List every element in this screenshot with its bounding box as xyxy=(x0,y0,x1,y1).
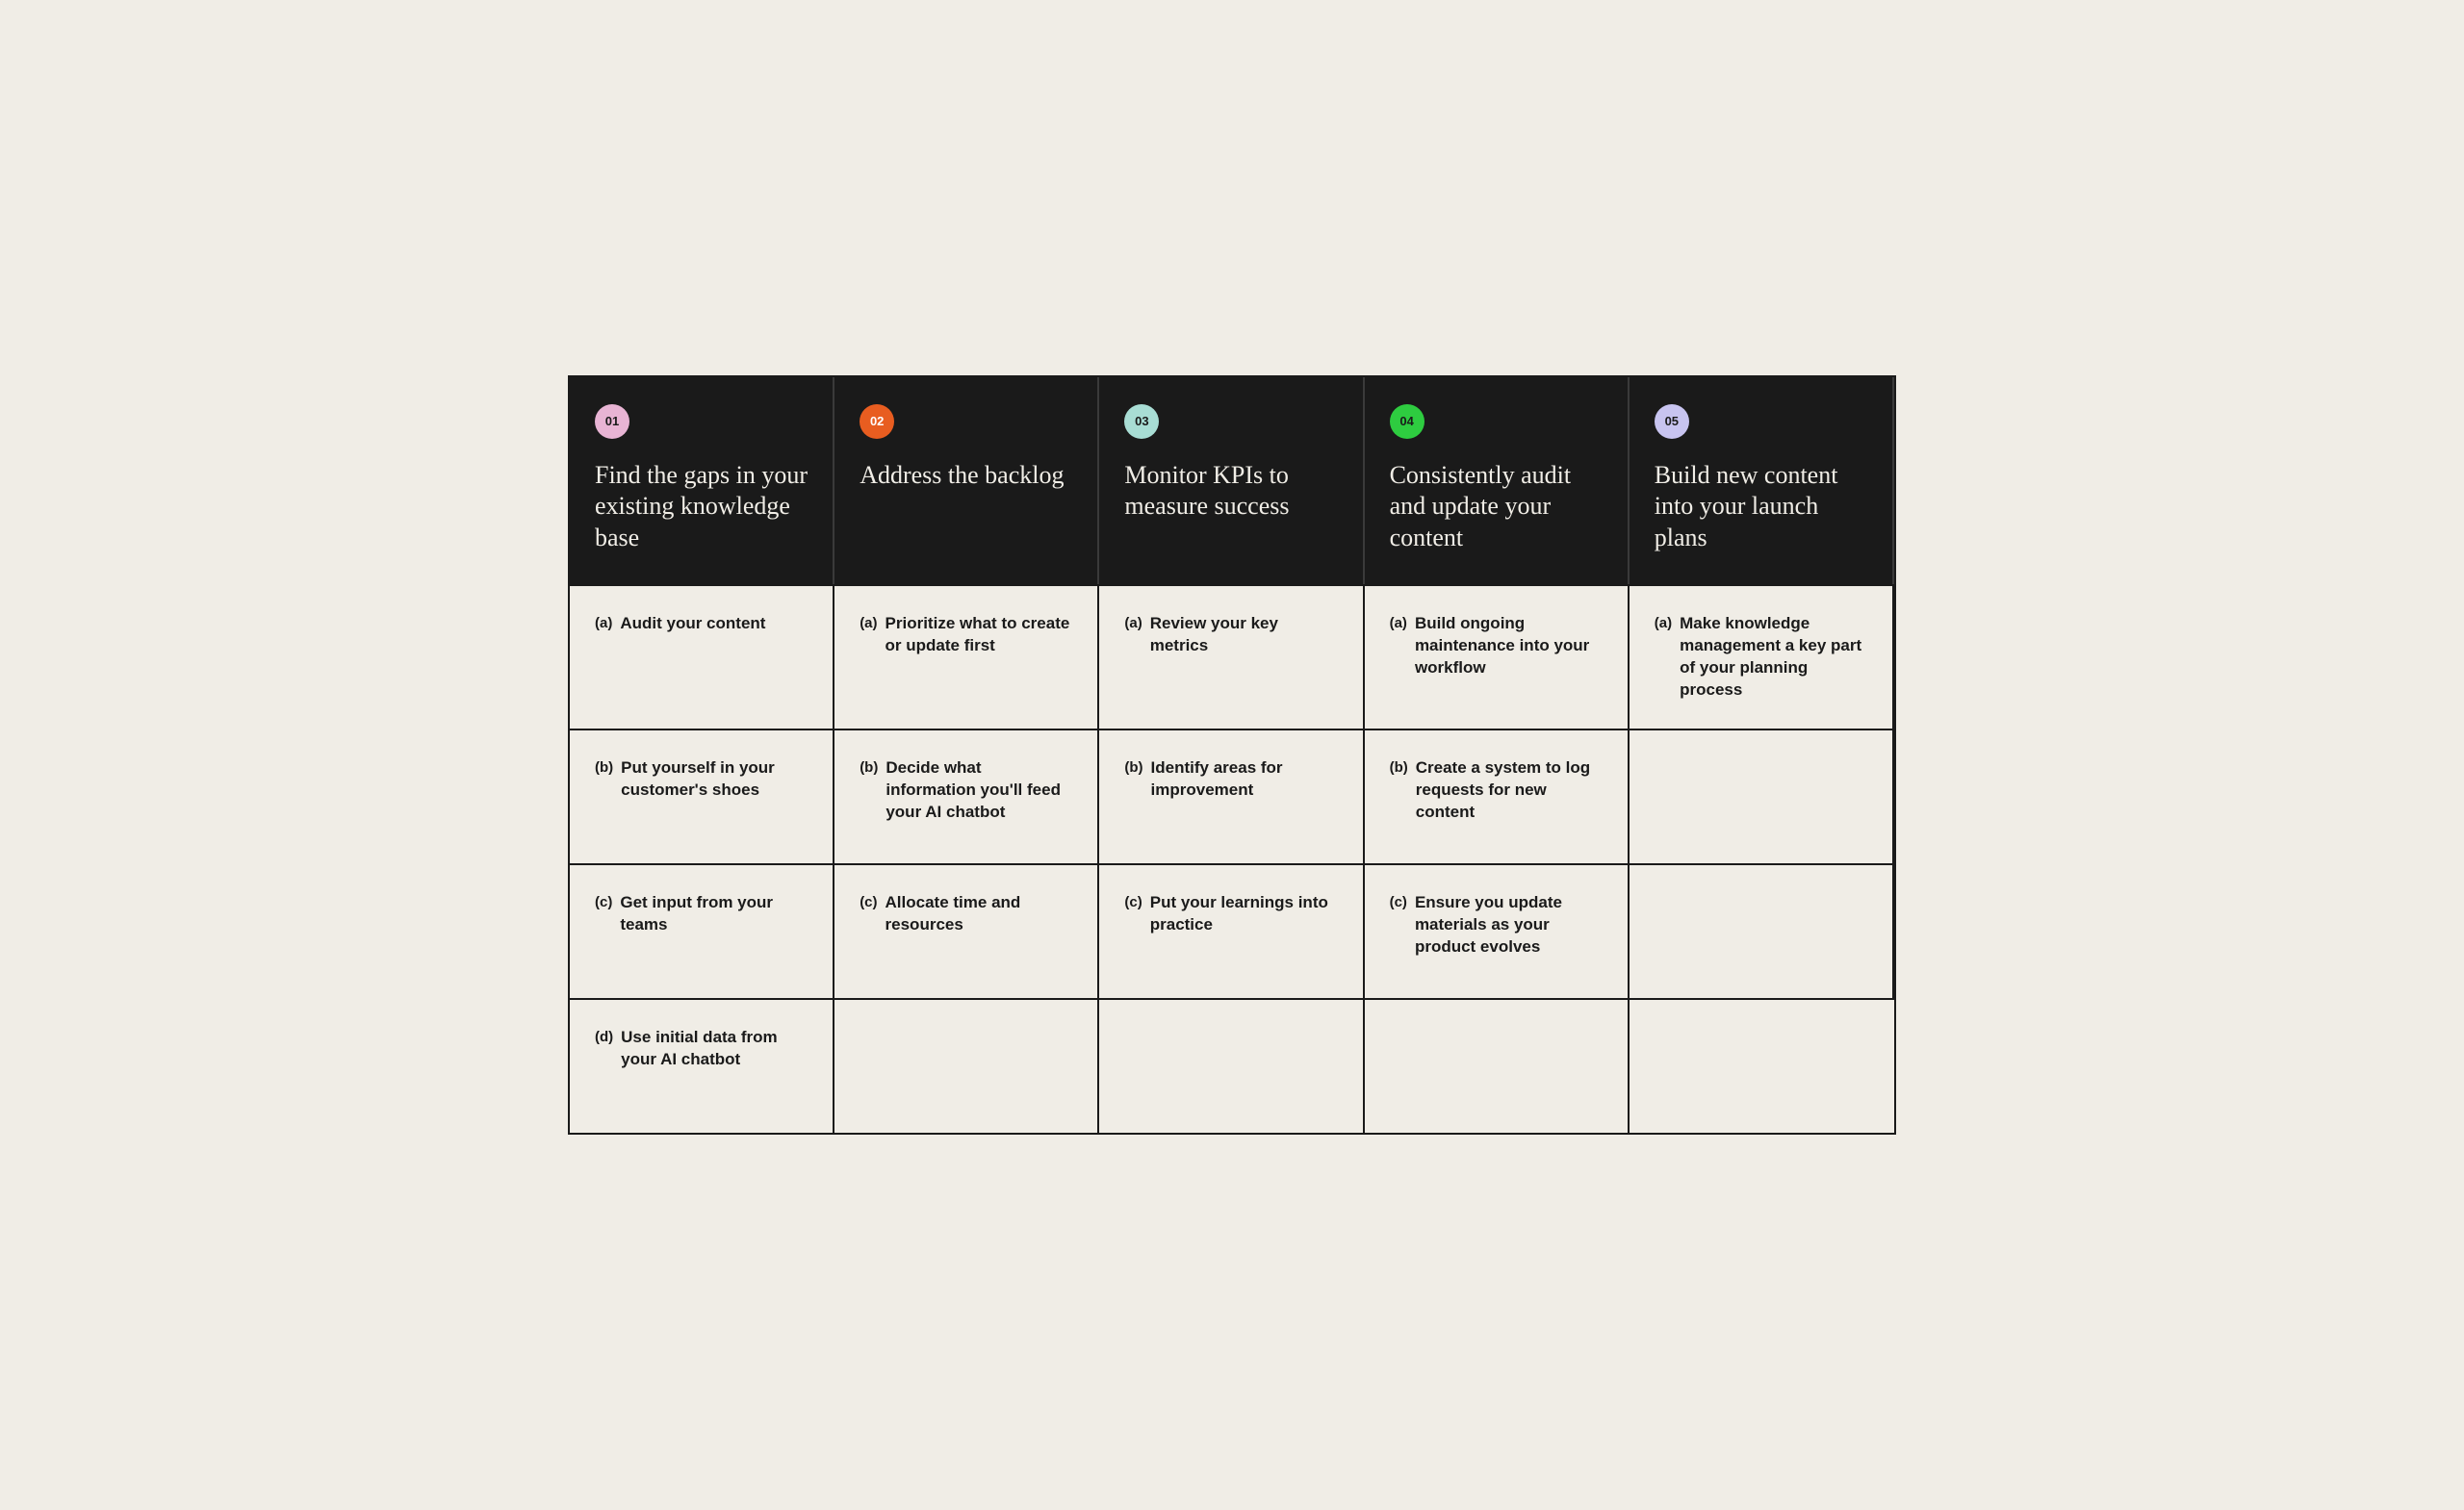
header-title-col-01: Find the gaps in your existing knowledge… xyxy=(595,460,808,554)
cell-text-col3-row3: Put your learnings into practice xyxy=(1150,892,1338,936)
cell-text-col1-row3: Get input from your teams xyxy=(620,892,808,936)
header-cell-col-02: 02 Address the backlog xyxy=(834,377,1099,585)
cell-label-col4-row3: (c) xyxy=(1390,892,1407,910)
cell-text-col1-row4: Use initial data from your AI chatbot xyxy=(621,1027,808,1071)
body-cell-col1-row3: (c) Get input from your teams xyxy=(570,863,834,998)
header-title-col-04: Consistently audit and update your conte… xyxy=(1390,460,1603,554)
body-cell-col5-row1: (a) Make knowledge management a key part … xyxy=(1630,584,1894,729)
cell-label-col1-row2: (b) xyxy=(595,757,613,776)
badge-col-03: 03 xyxy=(1124,404,1159,439)
header-title-col-02: Address the backlog xyxy=(860,460,1072,492)
cell-label-col1-row3: (c) xyxy=(595,892,612,910)
cell-text-col5-row1: Make knowledge management a key part of … xyxy=(1680,613,1867,702)
cell-label-col2-row3: (c) xyxy=(860,892,877,910)
empty-cell-col2-row4 xyxy=(834,998,1099,1133)
header-cell-col-03: 03 Monitor KPIs to measure success xyxy=(1099,377,1364,585)
cell-text-col4-row3: Ensure you update materials as your prod… xyxy=(1415,892,1603,959)
cell-label-col5-row1: (a) xyxy=(1655,613,1672,631)
cell-text-col1-row1: Audit your content xyxy=(620,613,765,635)
cell-text-col2-row3: Allocate time and resources xyxy=(886,892,1073,936)
cell-text-col4-row2: Create a system to log requests for new … xyxy=(1416,757,1603,824)
body-cell-col2-row1: (a) Prioritize what to create or update f… xyxy=(834,584,1099,729)
body-cell-col3-row2: (b) Identify areas for improvement xyxy=(1099,729,1364,863)
header-cell-col-05: 05 Build new content into your launch pla… xyxy=(1630,377,1894,585)
cell-label-col3-row3: (c) xyxy=(1124,892,1142,910)
body-cell-col2-row2: (b) Decide what information you'll feed y… xyxy=(834,729,1099,863)
badge-col-02: 02 xyxy=(860,404,894,439)
body-cell-col3-row1: (a) Review your key metrics xyxy=(1099,584,1364,729)
body-cell-col1-row2: (b) Put yourself in your customer's shoes xyxy=(570,729,834,863)
cell-text-col2-row2: Decide what information you'll feed your… xyxy=(886,757,1072,824)
body-cell-col4-row2: (b) Create a system to log requests for n… xyxy=(1365,729,1630,863)
cell-text-col2-row1: Prioritize what to create or update firs… xyxy=(886,613,1073,657)
body-cell-col3-row3: (c) Put your learnings into practice xyxy=(1099,863,1364,998)
empty-cell-col4-row4 xyxy=(1365,998,1630,1133)
header-cell-col-01: 01 Find the gaps in your existing knowled… xyxy=(570,377,834,585)
badge-col-05: 05 xyxy=(1655,404,1689,439)
cell-label-col4-row1: (a) xyxy=(1390,613,1407,631)
header-cell-col-04: 04 Consistently audit and update your con… xyxy=(1365,377,1630,585)
empty-cell-col5-row4 xyxy=(1630,998,1894,1133)
cell-label-col3-row2: (b) xyxy=(1124,757,1142,776)
cell-label-col1-row1: (a) xyxy=(595,613,612,631)
cell-label-col2-row1: (a) xyxy=(860,613,877,631)
empty-cell-col3-row4 xyxy=(1099,998,1364,1133)
cell-text-col3-row1: Review your key metrics xyxy=(1150,613,1338,657)
body-cell-col4-row3: (c) Ensure you update materials as your p… xyxy=(1365,863,1630,998)
cell-label-col2-row2: (b) xyxy=(860,757,878,776)
body-cell-col2-row3: (c) Allocate time and resources xyxy=(834,863,1099,998)
body-cell-col1-row1: (a) Audit your content xyxy=(570,584,834,729)
header-title-col-03: Monitor KPIs to measure success xyxy=(1124,460,1337,523)
cell-label-col1-row4: (d) xyxy=(595,1027,613,1045)
badge-col-04: 04 xyxy=(1390,404,1424,439)
cell-text-col1-row2: Put yourself in your customer's shoes xyxy=(621,757,808,802)
cell-text-col3-row2: Identify areas for improvement xyxy=(1151,757,1338,802)
cell-text-col4-row1: Build ongoing maintenance into your work… xyxy=(1415,613,1603,679)
main-table: 01 Find the gaps in your existing knowled… xyxy=(568,375,1896,1135)
body-cell-col1-row4: (d) Use initial data from your AI chatbot xyxy=(570,998,834,1133)
table-grid: 01 Find the gaps in your existing knowled… xyxy=(570,377,1894,1133)
badge-col-01: 01 xyxy=(595,404,629,439)
empty-cell-col5-row3 xyxy=(1630,863,1894,998)
header-title-col-05: Build new content into your launch plans xyxy=(1655,460,1867,554)
cell-label-col3-row1: (a) xyxy=(1124,613,1142,631)
cell-label-col4-row2: (b) xyxy=(1390,757,1408,776)
body-cell-col4-row1: (a) Build ongoing maintenance into your w… xyxy=(1365,584,1630,729)
empty-cell-col5-row2 xyxy=(1630,729,1894,863)
